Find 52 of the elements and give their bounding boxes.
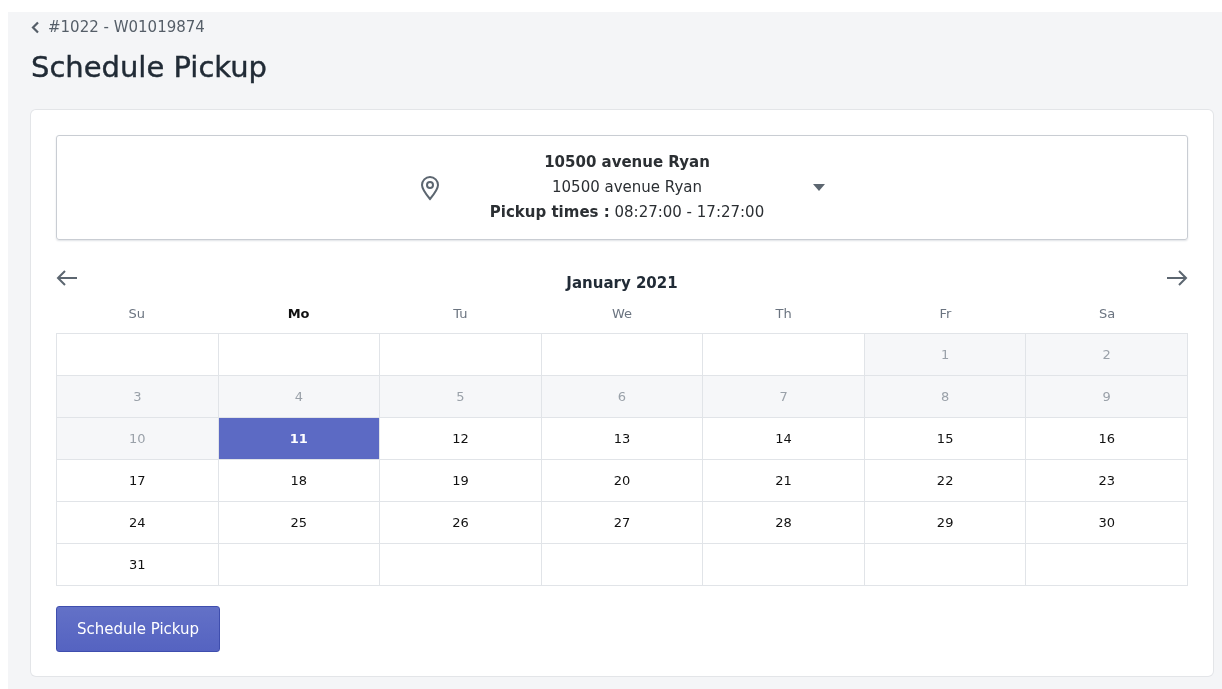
arrow-left-icon[interactable]	[56, 270, 78, 286]
day-cell[interactable]: 17	[57, 460, 219, 502]
day-cell[interactable]: 18	[218, 460, 381, 502]
weekday-label: Mo	[287, 305, 310, 321]
day-cell[interactable]: 29	[864, 502, 1027, 544]
day-cell: 8	[864, 376, 1027, 418]
chevron-left-icon	[31, 20, 40, 34]
day-cell[interactable]: 30	[1026, 502, 1188, 544]
weekday-label: Sa	[1099, 305, 1116, 321]
day-cell[interactable]: 24	[57, 502, 219, 544]
arrow-right-icon[interactable]	[1166, 270, 1188, 286]
day-cell[interactable]: 31	[57, 544, 219, 586]
month-title: January 2021	[566, 274, 678, 292]
day-cell[interactable]: 26	[380, 502, 542, 544]
weekday-label: We	[611, 305, 633, 321]
location-selector[interactable]: 10500 avenue Ryan 10500 avenue Ryan Pickup times : 08:27:00 - 17:27:00	[56, 135, 1188, 240]
day-cell[interactable]: 28	[703, 502, 865, 544]
weekday-label: Th	[775, 305, 792, 321]
map-pin-icon	[419, 174, 441, 201]
day-cell[interactable]: 14	[703, 418, 865, 460]
day-cell[interactable]: 21	[703, 460, 865, 502]
day-cell: 4	[218, 376, 381, 418]
day-cell[interactable]: 19	[380, 460, 542, 502]
day-cell: 2	[1026, 334, 1188, 376]
day-cell[interactable]: 20	[541, 460, 704, 502]
day-cell: 6	[541, 376, 704, 418]
day-cell[interactable]: 25	[218, 502, 381, 544]
day-cell: 3	[57, 376, 219, 418]
weekday-label: Fr	[939, 305, 952, 321]
day-cell[interactable]: 22	[864, 460, 1027, 502]
caret-down-icon	[813, 184, 825, 191]
weekday-label: Tu	[453, 305, 468, 321]
day-cell: 10	[57, 418, 219, 460]
schedule-pickup-button[interactable]: Schedule Pickup	[56, 606, 221, 652]
day-cell: 9	[1026, 376, 1188, 418]
day-cell[interactable]: 16	[1026, 418, 1188, 460]
day-cell[interactable]: 11	[218, 418, 381, 460]
day-cell[interactable]: 15	[864, 418, 1027, 460]
day-cell: 1	[864, 334, 1027, 376]
location-name: 10500 avenue Ryan	[543, 152, 711, 173]
location-address: 10500 avenue Ryan	[551, 177, 703, 198]
day-cell[interactable]: 27	[541, 502, 704, 544]
day-cell[interactable]: 13	[541, 418, 704, 460]
day-cell: 5	[380, 376, 542, 418]
weekday-label: Su	[128, 305, 146, 321]
pickup-times-label: Pickup times :	[489, 203, 610, 221]
pickup-times: Pickup times : 08:27:00 - 17:27:00	[488, 202, 766, 223]
day-cell[interactable]: 23	[1026, 460, 1188, 502]
day-cell: 7	[703, 376, 865, 418]
day-cell[interactable]: 12	[380, 418, 542, 460]
page-title: Schedule Pickup	[31, 50, 269, 86]
back-link[interactable]: #1022 - W01019874	[31, 18, 205, 36]
